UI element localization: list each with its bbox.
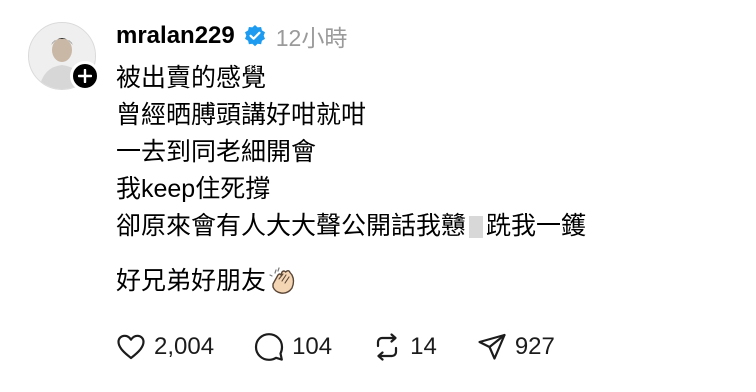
post-line-5-start: 卻原來會有人大大聲公開話我戇 (116, 212, 467, 240)
post-header: mralan229 12小時 (116, 20, 347, 52)
post-line-5: 卻原來會有人大大聲公開話我戇 跣我一鑊 (116, 208, 726, 245)
repost-button[interactable]: 14 (372, 332, 437, 362)
post-line-6: 好兄弟好朋友 (116, 263, 726, 300)
speech-bubble-icon (254, 333, 284, 361)
post-line-3: 一去到同老細開會 (116, 138, 317, 166)
comment-count: 104 (292, 333, 333, 360)
verified-badge-icon (244, 25, 265, 47)
action-bar: 2,004 104 14 927 (116, 332, 595, 362)
share-count: 927 (514, 333, 555, 360)
heart-icon (117, 334, 145, 360)
username[interactable]: mralan229 (116, 22, 235, 50)
plus-icon (78, 69, 92, 83)
post-line-5-end: 跣我一鑊 (486, 212, 587, 240)
clapping-hands-icon (269, 267, 295, 295)
avatar-wrap[interactable] (28, 22, 100, 91)
repost-count: 14 (410, 333, 437, 360)
post-line-4: 我keep住死撐 (116, 175, 271, 203)
like-count: 2,004 (154, 333, 215, 360)
like-button[interactable]: 2,004 (116, 332, 214, 362)
comment-button[interactable]: 104 (254, 332, 332, 362)
paper-plane-icon (478, 333, 506, 360)
post-line-6-text: 好兄弟好朋友 (116, 267, 267, 295)
follow-button[interactable] (70, 61, 100, 91)
redacted-character (469, 216, 484, 239)
post-time: 12小時 (275, 25, 348, 51)
post-line-1: 被出賣的感覺 (116, 64, 267, 92)
post-body: 被出賣的感覺 曾經晒膊頭講好咁就咁 一去到同老細開會 我keep住死撐 卻原來會… (116, 60, 726, 300)
share-button[interactable]: 927 (477, 332, 555, 362)
repost-arrows-icon (377, 333, 398, 361)
post-line-2: 曾經晒膊頭講好咁就咁 (116, 101, 367, 129)
